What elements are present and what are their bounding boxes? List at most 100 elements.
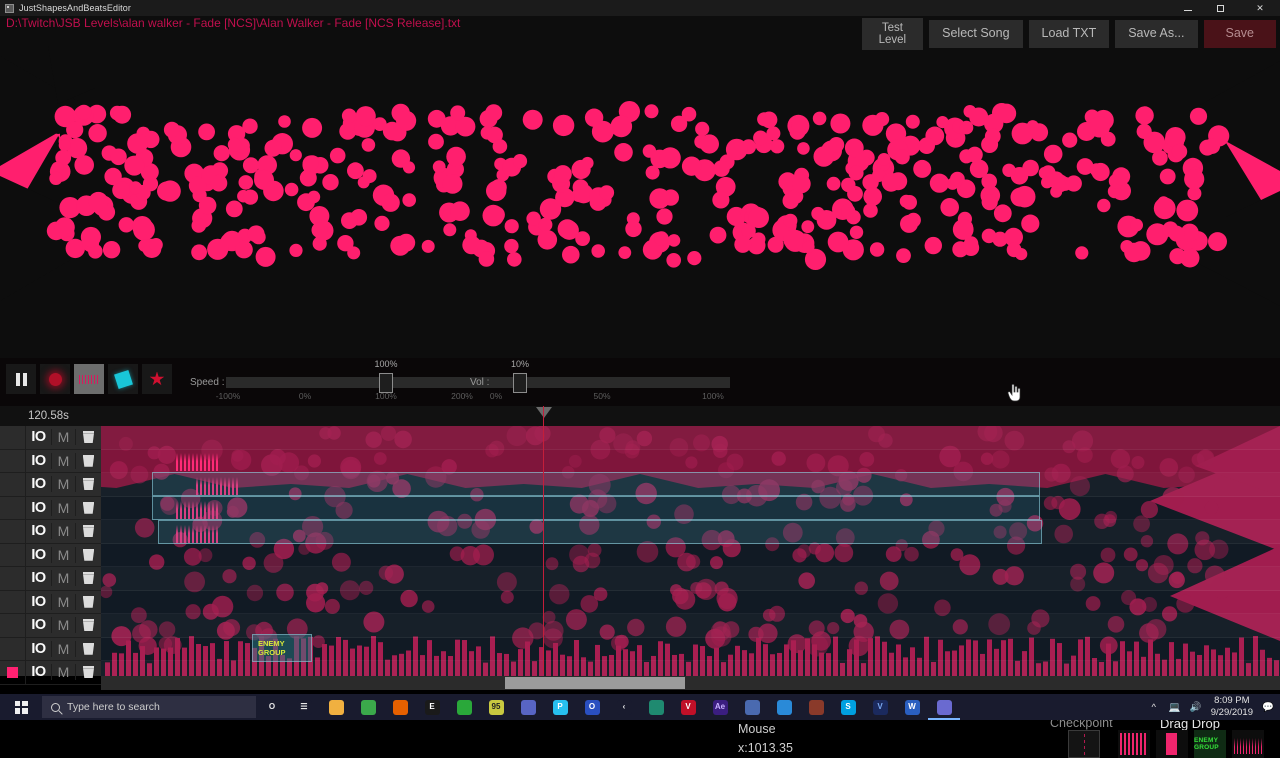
taskbar-icon-cortana[interactable]: O [256, 694, 288, 720]
timeline-track-row[interactable]: IO M [0, 449, 101, 473]
track-flag-toggle[interactable] [0, 496, 26, 519]
track-delete-button[interactable] [76, 525, 101, 538]
taskbar-icon-opera[interactable]: O [576, 694, 608, 720]
solid-slab-item[interactable] [1156, 730, 1188, 758]
timeline-event-block[interactable] [176, 453, 220, 471]
track-delete-button[interactable] [76, 548, 101, 561]
timeline-selection-rect[interactable] [152, 496, 1040, 520]
timeline-lane[interactable] [0, 567, 1280, 591]
track-io-button[interactable]: IO [26, 546, 52, 563]
enemy-group-item[interactable]: ENEMY GROUP [1194, 730, 1226, 758]
track-flag-toggle[interactable] [0, 520, 26, 543]
timeline-lane[interactable] [0, 638, 1280, 661]
timeline-track-row[interactable]: IO M [0, 567, 101, 591]
clock[interactable]: 8:09 PM 9/29/2019 [1211, 695, 1253, 719]
test-level-button[interactable]: Test Level [861, 18, 924, 50]
track-mute-button[interactable]: M [52, 546, 76, 563]
track-mute-button[interactable]: M [52, 523, 76, 540]
track-flag-toggle[interactable] [0, 426, 26, 449]
taskbar-icon-discord[interactable] [512, 694, 544, 720]
record-button[interactable] [40, 364, 70, 394]
timeline-canvas[interactable] [0, 426, 1280, 676]
square-shape-button[interactable] [108, 364, 138, 394]
taskbar-icon-photoshop[interactable]: P [544, 694, 576, 720]
save-button[interactable]: Save [1203, 20, 1276, 48]
taskbar-icon-voice[interactable]: V [672, 694, 704, 720]
track-mute-button[interactable]: M [52, 570, 76, 587]
track-mute-button[interactable]: M [52, 617, 76, 634]
track-mute-button[interactable]: M [52, 452, 76, 469]
track-io-button[interactable]: IO [26, 499, 52, 516]
track-mute-button[interactable]: M [52, 593, 76, 610]
pause-button[interactable] [6, 364, 36, 394]
game-preview-viewport[interactable]: D:\Twitch\JSB Levels\alan walker - Fade … [0, 16, 1280, 358]
timeline-track-row[interactable]: IO M [0, 661, 101, 685]
track-mute-button[interactable]: M [52, 476, 76, 493]
waveform-button[interactable] [74, 364, 104, 394]
minimize-button[interactable] [1172, 0, 1204, 16]
timeline-lane[interactable] [0, 591, 1280, 614]
taskbar-icon-jsb-editor[interactable] [928, 694, 960, 720]
track-delete-button[interactable] [76, 595, 101, 608]
track-io-button[interactable]: IO [26, 476, 52, 493]
playhead-handle[interactable] [536, 407, 552, 418]
maximize-button[interactable] [1204, 0, 1236, 16]
timeline-lane[interactable] [0, 544, 1280, 567]
track-io-button[interactable]: IO [26, 523, 52, 540]
save-as-button[interactable]: Save As... [1115, 20, 1198, 48]
track-delete-button[interactable] [76, 642, 101, 655]
chevron-up-icon[interactable]: ^ [1148, 701, 1160, 713]
bars-pattern-item[interactable] [1118, 730, 1150, 758]
select-song-button[interactable]: Select Song [929, 20, 1023, 48]
track-mute-button[interactable]: M [52, 499, 76, 516]
track-flag-toggle[interactable] [0, 449, 26, 472]
taskbar-icon-epic[interactable]: E [416, 694, 448, 720]
start-icon[interactable] [0, 694, 42, 720]
track-flag-toggle[interactable] [0, 614, 26, 637]
timeline-lane[interactable] [0, 661, 1280, 676]
track-flag-toggle[interactable] [0, 661, 26, 684]
taskbar-icon-skype[interactable]: S [832, 694, 864, 720]
scrollbar-thumb[interactable] [505, 677, 685, 689]
notification-icon[interactable]: 💬 [1262, 701, 1274, 713]
taskbar-icon-obs[interactable] [640, 694, 672, 720]
track-io-button[interactable]: IO [26, 664, 52, 681]
taskbar-icon-audio[interactable] [736, 694, 768, 720]
track-flag-toggle[interactable] [0, 543, 26, 566]
taskbar-icon-notepad[interactable]: 95 [480, 694, 512, 720]
load-txt-button[interactable]: Load TXT [1028, 20, 1110, 48]
timeline-track-row[interactable]: IO M [0, 426, 101, 450]
taskbar-icon-visual-studio[interactable]: V [864, 694, 896, 720]
timeline-selection-rect[interactable] [158, 520, 1042, 544]
track-mute-button[interactable]: M [52, 640, 76, 657]
checkpoint-swatch[interactable] [1068, 730, 1100, 758]
track-io-button[interactable]: IO [26, 617, 52, 634]
timeline-track-row[interactable]: IO M [0, 496, 101, 520]
track-delete-button[interactable] [76, 501, 101, 514]
track-mute-button[interactable]: M [52, 664, 76, 681]
network-icon[interactable]: 💻 [1169, 701, 1181, 713]
taskbar-icon-media[interactable] [768, 694, 800, 720]
track-io-button[interactable]: IO [26, 429, 52, 446]
track-io-button[interactable]: IO [26, 570, 52, 587]
track-io-button[interactable]: IO [26, 640, 52, 657]
volume-slider[interactable]: Vol : 10% 0% 50% 100% [470, 358, 730, 406]
taskbar-icon-word[interactable]: W [896, 694, 928, 720]
taskbar-icon-vrchat[interactable] [800, 694, 832, 720]
taskbar-icon-greenshot[interactable] [448, 694, 480, 720]
timeline-enemy-group-block[interactable]: ENEMY GROUP [252, 634, 312, 662]
volume-icon[interactable]: 🔊 [1190, 701, 1202, 713]
taskbar-icon-chrome[interactable] [352, 694, 384, 720]
taskbar-icon-firefox[interactable] [384, 694, 416, 720]
track-delete-button[interactable] [76, 619, 101, 632]
track-flag-toggle[interactable] [0, 590, 26, 613]
track-delete-button[interactable] [76, 478, 101, 491]
timeline-selection-rect[interactable] [152, 472, 1040, 496]
track-flag-toggle[interactable] [0, 473, 26, 496]
track-delete-button[interactable] [76, 431, 101, 444]
timeline-lane[interactable] [0, 614, 1280, 638]
timeline-track-row[interactable]: IO M [0, 543, 101, 567]
taskbar-icon-task-view[interactable]: ☰ [288, 694, 320, 720]
spike-wave-item[interactable] [1232, 730, 1264, 758]
timeline-track-row[interactable]: IO M [0, 614, 101, 638]
